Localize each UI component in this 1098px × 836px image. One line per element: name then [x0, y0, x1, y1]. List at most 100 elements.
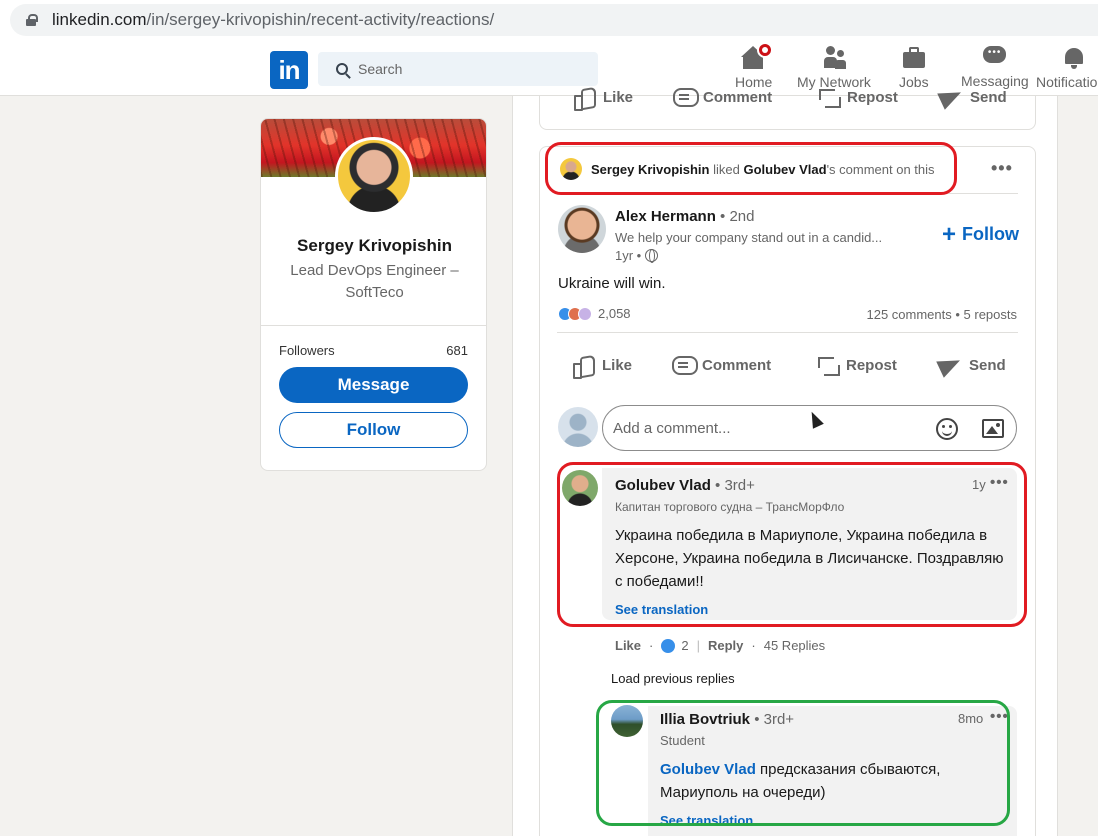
- post-stats[interactable]: 125 comments • 5 reposts: [866, 307, 1017, 322]
- repost-icon: [816, 354, 840, 376]
- profile-card: Sergey Krivopishin Lead DevOps Engineer …: [260, 118, 487, 471]
- reactions-summary[interactable]: 2,058: [558, 306, 631, 321]
- globe-icon: [645, 249, 659, 263]
- separator: |: [696, 638, 700, 653]
- post-more-button[interactable]: •••: [991, 158, 1013, 179]
- profile-avatar[interactable]: [335, 137, 413, 215]
- author-avatar[interactable]: [558, 205, 606, 253]
- reply-text: Golubev Vlad предсказания сбываются, Мар…: [660, 758, 1005, 804]
- repost-label: Repost: [846, 356, 897, 374]
- replier-name[interactable]: Illia Bovtriuk • 3rd+: [660, 711, 794, 728]
- notification-badge: [756, 42, 773, 58]
- replier-headline: Student: [660, 733, 705, 748]
- load-previous-replies[interactable]: Load previous replies: [611, 671, 735, 686]
- message-button[interactable]: Message: [279, 367, 468, 403]
- top-navigation: in Home My Network Jobs Messaging Notifi…: [0, 42, 1098, 96]
- jobs-icon: [901, 46, 927, 70]
- home-icon: [740, 42, 773, 70]
- browser-address-bar: linkedin.com/in/sergey-krivopishin/recen…: [0, 0, 1098, 42]
- separator: ·: [649, 638, 654, 653]
- prev-send-button[interactable]: Send: [940, 86, 1007, 108]
- comment-like-button[interactable]: Like: [615, 638, 641, 653]
- activity-target[interactable]: Golubev Vlad: [743, 162, 826, 177]
- comment-button[interactable]: Comment: [672, 354, 771, 376]
- like-reaction-icon: [661, 638, 676, 653]
- see-translation-link[interactable]: See translation: [615, 602, 708, 617]
- commenter-headline: Капитан торгового судна – ТрансМорФло: [615, 500, 845, 514]
- commenter-degree: • 3rd+: [715, 477, 755, 494]
- divider: [557, 332, 1018, 333]
- reply-time: 8mo: [958, 711, 984, 726]
- linkedin-logo[interactable]: in: [270, 51, 308, 89]
- profile-headline: Lead DevOps Engineer – SoftTeco: [290, 262, 459, 301]
- post-text: Ukraine will win.: [558, 275, 666, 292]
- follow-author-label: Follow: [962, 224, 1020, 244]
- comment-input[interactable]: [613, 419, 933, 437]
- previous-post-card: Like Comment Repost Send: [539, 88, 1036, 130]
- repost-button[interactable]: Repost: [816, 354, 897, 376]
- search-input[interactable]: [358, 61, 578, 77]
- post-meta: 1yr •: [615, 248, 659, 263]
- actor-avatar[interactable]: [560, 158, 582, 180]
- plus-icon: +: [942, 220, 957, 248]
- replier-name-text: Illia Bovtriuk: [660, 711, 751, 728]
- replier-avatar[interactable]: [611, 705, 643, 737]
- commenter-name[interactable]: Golubev Vlad • 3rd+: [615, 477, 755, 494]
- divider: [261, 325, 486, 326]
- network-icon: [821, 46, 847, 70]
- activity-actor[interactable]: Sergey Krivopishin: [591, 162, 709, 177]
- send-icon: [940, 86, 964, 108]
- url-field[interactable]: linkedin.com/in/sergey-krivopishin/recen…: [10, 4, 1098, 36]
- follow-author-button[interactable]: + Follow: [942, 220, 1020, 248]
- search-bar[interactable]: [318, 52, 598, 86]
- comment-label: Comment: [702, 356, 772, 374]
- nav-jobs[interactable]: Jobs: [899, 46, 929, 94]
- nav-jobs-label: Jobs: [899, 74, 929, 90]
- comment-more-button[interactable]: •••: [990, 474, 1009, 491]
- repost-icon: [817, 86, 841, 108]
- like-icon: [573, 86, 597, 111]
- comment-icon: [673, 86, 699, 108]
- nav-notifications-label: Notifications: [1036, 74, 1098, 90]
- post-time: 1yr •: [615, 248, 642, 263]
- like-label: Like: [602, 356, 633, 374]
- prev-like-button[interactable]: Like: [573, 86, 634, 111]
- divider: [557, 193, 1018, 194]
- viewer-avatar: [558, 407, 598, 447]
- send-button[interactable]: Send: [939, 354, 1006, 376]
- commenter-avatar[interactable]: [562, 470, 598, 506]
- commenter-name-text: Golubev Vlad: [615, 477, 711, 494]
- comment-reply-button[interactable]: Reply: [708, 638, 743, 653]
- prev-comment-button[interactable]: Comment: [673, 86, 772, 108]
- activity-suffix: 's comment on this: [826, 161, 935, 177]
- followers-label: Followers: [279, 343, 335, 358]
- emoji-icon[interactable]: [936, 418, 958, 440]
- profile-name[interactable]: Sergey Krivopishin: [261, 236, 486, 256]
- search-icon: [336, 63, 348, 75]
- comment-replies-count[interactable]: 45 Replies: [764, 638, 825, 653]
- separator: ·: [751, 638, 756, 653]
- author-name-text: Alex Hermann: [615, 208, 716, 225]
- nav-notifications[interactable]: Notifications: [1036, 46, 1098, 94]
- comment-icon: [672, 354, 698, 376]
- reply-mention[interactable]: Golubev Vlad: [660, 761, 756, 778]
- followers-count: 681: [446, 343, 468, 358]
- replier-degree: • 3rd+: [754, 711, 795, 728]
- lock-icon: [26, 14, 38, 26]
- like-icon: [572, 354, 596, 379]
- bell-icon: [1061, 46, 1087, 70]
- like-button[interactable]: Like: [572, 354, 633, 379]
- image-icon[interactable]: [982, 419, 1004, 438]
- prev-like-label: Like: [603, 88, 634, 106]
- prev-repost-label: Repost: [847, 88, 898, 106]
- prev-repost-button[interactable]: Repost: [817, 86, 898, 108]
- author-name[interactable]: Alex Hermann • 2nd: [615, 208, 755, 225]
- reply-more-button[interactable]: •••: [990, 708, 1009, 725]
- reply-see-translation-link[interactable]: See translation: [660, 813, 753, 828]
- messaging-icon: [982, 45, 1008, 69]
- activity-verb: liked: [713, 161, 740, 177]
- follow-button[interactable]: Follow: [279, 412, 468, 448]
- comment-actions: Like · 2 | Reply · 45 Replies: [615, 638, 825, 653]
- comment-like-count[interactable]: 2: [681, 638, 688, 653]
- send-label: Send: [969, 356, 1006, 374]
